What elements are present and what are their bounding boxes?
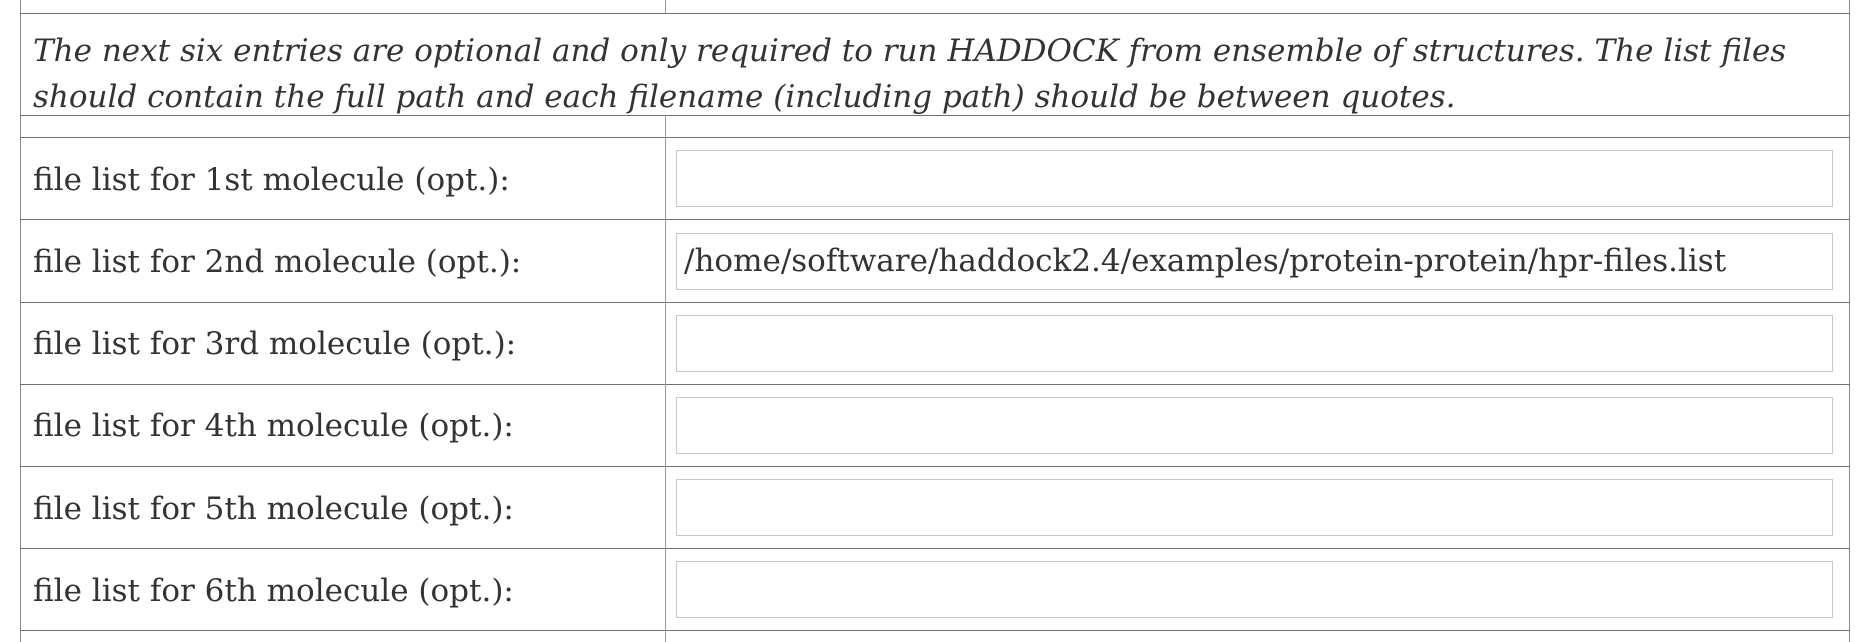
file-list-2nd-molecule-input[interactable]: /home/software/haddock2.4/examples/prote…: [676, 233, 1833, 290]
column-divider: [665, 115, 666, 642]
file-list-2nd-molecule-label: file list for 2nd molecule (opt.):: [33, 244, 522, 280]
table-divider: [20, 219, 1850, 220]
column-divider: [665, 0, 666, 13]
table-divider: [20, 137, 1850, 138]
file-list-5th-molecule-label: file list for 5th molecule (opt.):: [33, 491, 514, 527]
table-divider: [20, 630, 1850, 631]
file-list-4th-molecule-label: file list for 4th molecule (opt.):: [33, 408, 514, 444]
table-divider: [20, 548, 1850, 549]
file-list-1st-molecule-label: file list for 1st molecule (opt.):: [33, 162, 510, 198]
ensemble-instructions-note: The next six entries are optional and on…: [33, 33, 1787, 115]
file-list-4th-molecule-input[interactable]: [676, 397, 1833, 454]
file-list-6th-molecule-input[interactable]: [676, 561, 1833, 618]
file-list-3rd-molecule-input[interactable]: [676, 315, 1833, 372]
table-divider: [20, 13, 1850, 14]
table-divider: [20, 302, 1850, 303]
file-list-5th-molecule-input[interactable]: [676, 479, 1833, 536]
table-divider: [20, 466, 1850, 467]
table-divider: [20, 384, 1850, 385]
file-list-1st-molecule-input[interactable]: [676, 150, 1833, 207]
file-list-3rd-molecule-label: file list for 3rd molecule (opt.):: [33, 326, 517, 362]
file-list-6th-molecule-label: file list for 6th molecule (opt.):: [33, 573, 514, 609]
